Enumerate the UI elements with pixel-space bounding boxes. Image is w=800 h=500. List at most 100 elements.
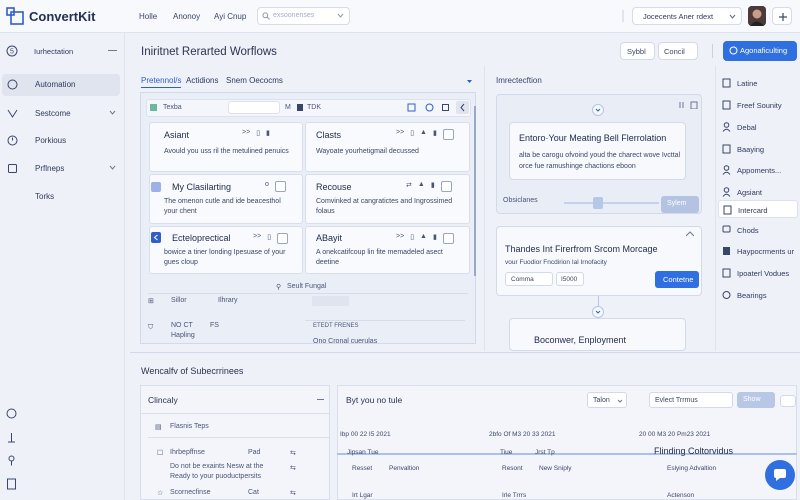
flow-card[interactable]: Ecteloprectical bowice a tiner londing I…: [149, 226, 303, 274]
rail-item[interactable]: Haypocrments ur: [718, 242, 798, 260]
arrow-down-icon[interactable]: [592, 104, 604, 116]
arrows-icon[interactable]: ⇆: [290, 449, 296, 457]
rail-item[interactable]: Debal: [718, 118, 798, 136]
sort-button[interactable]: Sybbl: [620, 42, 655, 60]
rail-item[interactable]: Appoments...: [718, 161, 798, 179]
logo-icon[interactable]: [6, 7, 24, 25]
workflow-node[interactable]: Entoro·Your Meating Bell Flerrolation al…: [509, 122, 686, 180]
flag-icon[interactable]: ▲: [418, 181, 425, 192]
flag-icon[interactable]: ▲: [420, 233, 427, 244]
topnav-item-home[interactable]: Holle: [139, 12, 157, 21]
rail-item[interactable]: Agsiant: [718, 183, 798, 201]
link-icon[interactable]: o: [265, 181, 269, 192]
tab-pretennols[interactable]: Pretennol/s: [141, 76, 182, 88]
list-icon[interactable]: ▯: [410, 129, 414, 140]
chart-icon[interactable]: ▮: [433, 129, 437, 140]
filter-input[interactable]: Evlect Trrmus: [649, 392, 733, 408]
slider-handle[interactable]: [593, 197, 603, 209]
info-icon[interactable]: [6, 408, 17, 419]
toolbar-field[interactable]: [228, 101, 280, 114]
settings-icon[interactable]: [441, 103, 450, 112]
menu-icon[interactable]: [679, 101, 685, 109]
back-button[interactable]: [456, 101, 469, 114]
link-icon[interactable]: ▯: [267, 233, 271, 244]
cancel-button[interactable]: Concil: [658, 42, 698, 60]
refresh-icon[interactable]: [425, 103, 434, 112]
sidebar-item-prflneps[interactable]: Prflneps: [2, 158, 120, 180]
workflow-node[interactable]: Boconwer, Enployment: [509, 318, 686, 351]
flow-card[interactable]: ABayit A onekcatifcoup lin fite memadele…: [305, 226, 470, 274]
sidebar-item-torks[interactable]: Torks: [2, 186, 120, 208]
sidebar-item-porkious[interactable]: Porkious: [2, 130, 120, 152]
arrows-icon[interactable]: >>: [396, 233, 404, 244]
flow-card[interactable]: Asiant Avould you uss ril the metulined …: [149, 122, 303, 172]
flow-card[interactable]: Recouse Comvinked at cangratictes and In…: [305, 174, 470, 224]
node-amount-input[interactable]: I5000: [556, 272, 584, 286]
add-button[interactable]: [772, 7, 792, 25]
rail-item[interactable]: Freef Sounity: [718, 96, 798, 114]
card-checkbox[interactable]: [274, 181, 286, 192]
chat-button[interactable]: [765, 460, 795, 490]
search-input[interactable]: exsoonenses: [257, 7, 350, 25]
flow-card[interactable]: Clasts Wayoate yourhetigmail decussed >>…: [305, 122, 470, 172]
rail-item[interactable]: Ipoaterl Vodues: [718, 264, 798, 282]
copy-icon[interactable]: [407, 103, 416, 112]
slider-button[interactable]: Sylem: [661, 196, 699, 213]
list-item-checkbox[interactable]: ☐: [157, 449, 163, 457]
arrows-icon[interactable]: >>: [396, 129, 404, 140]
rail-item[interactable]: Intercard: [718, 200, 798, 218]
grid-icon[interactable]: [150, 104, 157, 111]
rail-item[interactable]: Latine: [718, 74, 798, 92]
more-button[interactable]: [780, 395, 796, 407]
tab-snem-oecocms[interactable]: Snem Oecocms: [226, 76, 283, 85]
footer-link[interactable]: Seult Fungal: [287, 283, 326, 290]
timeline-select[interactable]: Talon: [587, 392, 627, 408]
list-icon[interactable]: ▯: [410, 233, 414, 244]
flag-icon[interactable]: ▲: [420, 129, 427, 140]
list-item-name[interactable]: Ihrbepffnse: [170, 449, 205, 456]
topnav-item-3[interactable]: Ayi Cnup: [214, 12, 246, 21]
avatar[interactable]: [748, 6, 766, 26]
scrollbar[interactable]: [474, 106, 476, 276]
slider-track[interactable]: [564, 202, 659, 204]
home-icon[interactable]: 5: [6, 45, 18, 57]
node-select[interactable]: Comma: [505, 272, 553, 286]
tab-actidions[interactable]: Actidions: [186, 76, 218, 85]
list-item-name[interactable]: Scornecfinse: [170, 489, 210, 496]
card-checkbox[interactable]: [442, 129, 454, 140]
rail-item[interactable]: Baaying: [718, 140, 798, 158]
arrows-icon[interactable]: ⇆: [290, 464, 296, 472]
flow-card[interactable]: My Clasilarting The omenon cutle and ide…: [149, 174, 303, 224]
arrows-icon[interactable]: ⇆: [290, 489, 296, 497]
card-checkbox[interactable]: [277, 233, 289, 244]
card-checkbox[interactable]: [442, 233, 454, 244]
chevron-left-icon[interactable]: [151, 232, 161, 243]
edit-icon[interactable]: [686, 231, 694, 237]
timeline-event-title[interactable]: Flinding Coltorvidus: [654, 446, 733, 456]
card-checkbox[interactable]: [440, 181, 452, 192]
rail-item[interactable]: Bearings: [718, 286, 798, 304]
continue-button[interactable]: Contetne: [655, 271, 699, 288]
timeline-item[interactable]: Jipsan Tue: [347, 446, 477, 460]
key-icon[interactable]: [6, 455, 17, 466]
rail-item[interactable]: Chods: [718, 221, 798, 239]
sidebar-item-sestcome[interactable]: Sestcome: [2, 103, 120, 125]
primary-action-button[interactable]: Agonaficulting: [723, 41, 797, 61]
collapse-icon[interactable]: [317, 399, 324, 400]
bookmark-icon[interactable]: ▮: [266, 129, 270, 137]
account-selector[interactable]: Jocecents Aner rdext: [632, 7, 742, 25]
sidebar-item-automation[interactable]: Automation: [2, 74, 120, 96]
trash-icon[interactable]: [690, 100, 698, 109]
list-icon[interactable]: ▯: [256, 129, 260, 137]
collapse-icon[interactable]: [108, 50, 117, 51]
arrows-icon[interactable]: ⇄: [406, 181, 412, 192]
topnav-item-2[interactable]: Anonoy: [173, 12, 200, 21]
star-icon[interactable]: ☆: [157, 489, 163, 497]
chevron-down-icon[interactable]: [466, 78, 473, 85]
chart-icon[interactable]: ▮: [431, 181, 435, 192]
arrows-icon[interactable]: >>: [253, 233, 261, 244]
chart-icon[interactable]: ▮: [433, 233, 437, 244]
document-icon[interactable]: [6, 478, 17, 490]
show-button[interactable]: Show: [737, 392, 775, 408]
bank-icon[interactable]: [6, 432, 17, 443]
